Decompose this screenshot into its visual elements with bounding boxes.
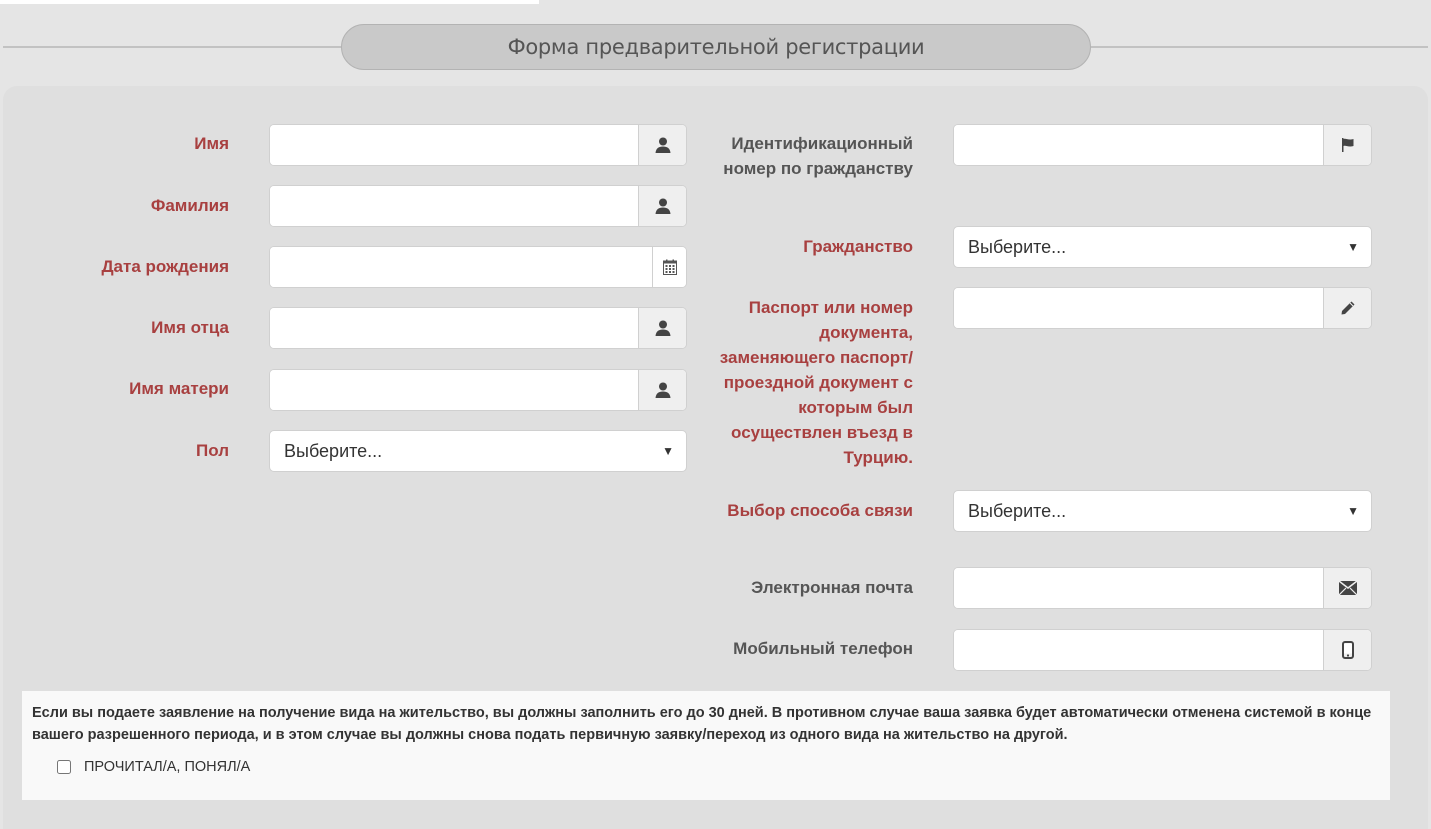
email-label: Электронная почта [751, 578, 913, 597]
calendar-icon [662, 259, 677, 275]
title-divider-left [3, 46, 343, 48]
national-id-input[interactable] [954, 125, 1323, 165]
email-addon [1323, 568, 1371, 608]
title-divider-right [1088, 46, 1428, 48]
acknowledge-label: ПРОЧИТАЛ/А, ПОНЯЛ/А [84, 759, 251, 775]
father-name-field [269, 307, 687, 349]
chevron-down-icon: ▼ [662, 444, 674, 458]
last-name-label: Фамилия [150, 196, 229, 215]
first-name-field [269, 124, 687, 166]
email-input[interactable] [954, 568, 1323, 608]
national-id-addon [1323, 125, 1371, 165]
first-name-input[interactable] [270, 125, 638, 165]
citizenship-label: Гражданство [803, 237, 913, 256]
passport-field [953, 287, 1372, 329]
citizenship-selected-value: Выберите... [968, 236, 1067, 257]
father-name-label: Имя отца [151, 318, 229, 337]
form-title-banner: Форма предварительной регистрации [341, 24, 1091, 70]
national-id-label: Идентификационный номер по гражданству [723, 134, 913, 178]
chevron-down-icon: ▼ [1347, 240, 1359, 254]
acknowledge-checkbox[interactable] [57, 760, 71, 774]
gender-selected-value: Выберите... [284, 440, 383, 461]
notice-text: Если вы подаете заявление на получение в… [32, 705, 1372, 743]
mother-name-input[interactable] [270, 370, 638, 410]
last-name-input[interactable] [270, 186, 638, 226]
passport-label: Паспорт или номер документа, заменяющего… [719, 298, 913, 467]
first-name-addon [638, 125, 686, 165]
father-name-addon [638, 308, 686, 348]
user-icon [654, 381, 672, 399]
mother-name-field [269, 369, 687, 411]
flag-icon [1340, 137, 1356, 153]
contact-method-label: Выбор способа связи [727, 501, 913, 520]
user-icon [654, 136, 672, 154]
mobile-addon [1323, 630, 1371, 670]
chevron-down-icon: ▼ [1347, 504, 1359, 518]
gender-select[interactable]: Выберите... ▼ [269, 430, 687, 472]
contact-method-select[interactable]: Выберите... ▼ [953, 490, 1372, 532]
passport-addon [1323, 288, 1371, 328]
first-name-label: Имя [194, 134, 229, 153]
mother-name-addon [638, 370, 686, 410]
mobile-input[interactable] [954, 630, 1323, 670]
gender-label: Пол [196, 441, 229, 460]
birth-date-label: Дата рождения [101, 257, 229, 276]
user-icon [654, 197, 672, 215]
page-title: Форма предварительной регистрации [507, 35, 925, 59]
envelope-icon [1338, 581, 1357, 595]
mobile-field [953, 629, 1372, 671]
father-name-input[interactable] [270, 308, 638, 348]
pencil-icon [1340, 300, 1356, 316]
birth-date-input[interactable] [270, 247, 652, 287]
birth-date-field [269, 246, 687, 288]
last-name-addon [638, 186, 686, 226]
user-icon [654, 319, 672, 337]
birth-date-addon[interactable] [652, 247, 686, 287]
mother-name-label: Имя матери [129, 379, 229, 398]
last-name-field [269, 185, 687, 227]
residence-notice: Если вы подаете заявление на получение в… [22, 691, 1390, 800]
top-strip [0, 0, 539, 4]
email-field [953, 567, 1372, 609]
contact-method-selected-value: Выберите... [968, 500, 1067, 521]
national-id-field [953, 124, 1372, 166]
passport-input[interactable] [954, 288, 1323, 328]
acknowledge-row[interactable]: ПРОЧИТАЛ/А, ПОНЯЛ/А [57, 759, 250, 775]
citizenship-select[interactable]: Выберите... ▼ [953, 226, 1372, 268]
mobile-phone-icon [1341, 641, 1354, 659]
mobile-label: Мобильный телефон [733, 639, 913, 658]
